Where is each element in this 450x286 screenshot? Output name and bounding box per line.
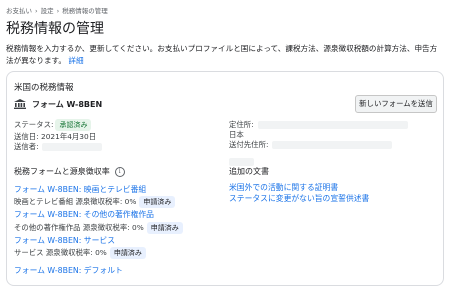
sender-redacted bbox=[41, 143, 102, 151]
form-link-copyright[interactable]: フォーム W-8BEN: その他の著作権作品 bbox=[14, 209, 154, 220]
claimed-badge: 申請済み bbox=[139, 196, 176, 208]
breadcrumb-item-payments[interactable]: お支払い bbox=[6, 7, 32, 15]
page-description: 税務情報を入力するか、更新してください。お支払いプロファイルと国によって、課税方… bbox=[6, 43, 442, 67]
mailing-redacted-2 bbox=[229, 157, 254, 166]
page-title: 税務情報の管理 bbox=[6, 21, 104, 37]
form-link-services[interactable]: フォーム W-8BEN: サービス bbox=[14, 235, 115, 246]
affidavit-link[interactable]: ステータスに変更がない旨の宣誓供述書 bbox=[229, 193, 369, 204]
form-name: フォーム W-8BEN bbox=[32, 100, 103, 109]
rate-text: 映画とテレビ番組 源泉徴収税率: 0% bbox=[14, 197, 137, 206]
mailing-row: 送付先住所: bbox=[229, 139, 393, 150]
bank-icon bbox=[14, 99, 26, 109]
status-badge: 承認済み bbox=[55, 119, 92, 131]
breadcrumb-item-settings[interactable]: 設定 bbox=[41, 7, 54, 15]
rate-row-services: サービス 源泉徴収税率: 0% 申請済み bbox=[14, 247, 146, 259]
residence-label: 定住所: bbox=[229, 120, 254, 129]
breadcrumb-item-current: 税務情報の管理 bbox=[62, 7, 108, 15]
additional-docs-title: 追加の文書 bbox=[229, 167, 269, 176]
card-title: 米国の税務情報 bbox=[14, 83, 74, 93]
info-icon[interactable]: i bbox=[114, 166, 125, 177]
status-row: ステータス: 承認済み bbox=[14, 119, 92, 131]
mailing-label: 送付先住所: bbox=[229, 140, 269, 149]
breadcrumb: お支払い › 設定 › 税務情報の管理 bbox=[6, 5, 108, 15]
rate-text: その他の著作権作品 源泉徴収税率: 0% bbox=[14, 223, 144, 232]
sender-label: 送信者: bbox=[14, 142, 39, 151]
claimed-badge: 申請済み bbox=[109, 247, 146, 259]
claimed-badge: 申請済み bbox=[146, 222, 183, 234]
details-link[interactable]: 詳細 bbox=[68, 56, 83, 65]
residence-row: 定住所: bbox=[229, 119, 408, 130]
status-label: ステータス: bbox=[14, 120, 54, 129]
form-link-movies-tv[interactable]: フォーム W-8BEN: 映画とテレビ番組 bbox=[14, 184, 146, 195]
rate-row-copyright: その他の著作権作品 源泉徴収税率: 0% 申請済み bbox=[14, 222, 183, 234]
breadcrumb-separator: › bbox=[35, 7, 38, 15]
withholding-section-title: 税務フォームと源泉徴収率 i bbox=[14, 166, 125, 177]
residence-redacted bbox=[257, 121, 408, 129]
rate-row-movies-tv: 映画とテレビ番組 源泉徴収税率: 0% 申請済み bbox=[14, 196, 176, 208]
withholding-title: 税務フォームと源泉徴収率 bbox=[14, 167, 110, 176]
sender-row: 送信者: bbox=[14, 141, 102, 152]
rate-text: サービス 源泉徴収税率: 0% bbox=[14, 248, 107, 257]
certificate-link[interactable]: 米国外での活動に関する証明書 bbox=[229, 182, 338, 193]
mailing-redacted bbox=[272, 141, 393, 149]
form-link-default[interactable]: フォーム W-8BEN: デフォルト bbox=[14, 265, 123, 276]
breadcrumb-separator: › bbox=[56, 7, 60, 15]
submit-new-form-button[interactable]: 新しいフォームを送信 bbox=[355, 95, 437, 113]
